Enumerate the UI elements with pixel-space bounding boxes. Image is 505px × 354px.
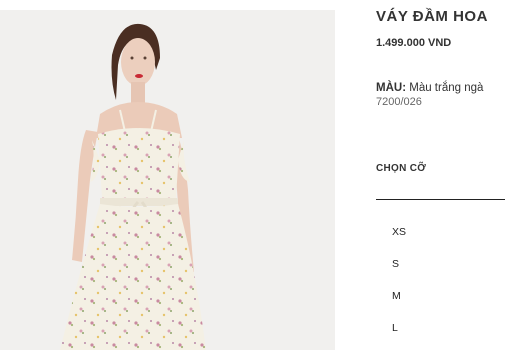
size-option-l[interactable]: L [392,322,406,354]
product-title: VÁY ĐẦM HOA [376,8,488,25]
color-label: MÀU: [376,82,407,94]
product-reference: 7200/026 [376,96,422,108]
size-option-m[interactable]: M [392,290,406,322]
size-selector-label: CHỌN CỠ [376,163,427,174]
size-divider [376,199,505,200]
size-option-s[interactable]: S [392,258,406,290]
product-color: MÀU: Màu trắng ngà [376,82,483,94]
size-list: XS S M L [392,226,406,354]
size-option-xs[interactable]: XS [392,226,406,258]
product-price: 1.499.000 VND [376,37,452,49]
model-wearing-dress-image [0,10,335,350]
product-photo [0,10,335,350]
color-value: Màu trắng ngà [409,82,484,94]
